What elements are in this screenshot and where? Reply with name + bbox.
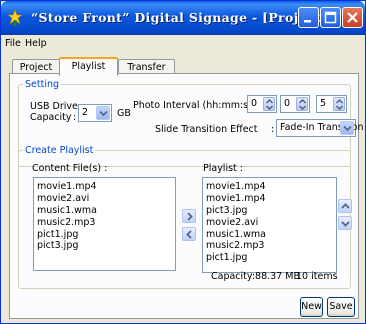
spinner-arrows-icon[interactable] <box>333 97 345 111</box>
list-item[interactable]: music1.wma <box>37 205 172 217</box>
add-to-playlist-button[interactable] <box>182 209 196 223</box>
list-item[interactable]: movie1.mp4 <box>206 193 333 205</box>
spinner-arrows-icon[interactable] <box>263 97 275 111</box>
playlist-label: Playlist : <box>203 163 243 174</box>
capacity-text: Capacity:88.37 MB <box>211 271 300 282</box>
list-item[interactable]: movie2.avi <box>37 193 172 205</box>
interval-seconds-value: 5 <box>320 98 327 109</box>
setting-legend: Setting <box>25 79 60 90</box>
playlist-panel: Setting USB Drive Capacity : 2 GB Photo … <box>9 73 364 319</box>
playlist-list[interactable]: movie1.mp4 movie1.mp4 pict3.jpg movie2.a… <box>202 177 337 273</box>
chevron-down-icon[interactable] <box>96 106 110 120</box>
menu-file[interactable]: File <box>5 38 21 49</box>
usb-capacity-select[interactable]: 2 <box>78 104 112 122</box>
chevron-left-icon <box>186 230 192 239</box>
move-up-button[interactable] <box>338 199 352 213</box>
chevron-right-icon <box>187 212 193 221</box>
interval-minutes-spinner[interactable]: 0 <box>280 95 310 113</box>
item-count: 10 items <box>296 271 338 282</box>
photo-interval-label: Photo Interval (hh:mm:ss): <box>133 100 260 111</box>
list-item[interactable]: music1.wma <box>206 229 333 241</box>
list-item[interactable]: pict3.jpg <box>37 240 172 252</box>
transition-colon: : <box>271 124 275 135</box>
usb-drive-label: USB Drive <box>30 101 78 112</box>
maximize-icon <box>324 11 337 24</box>
list-item[interactable]: movie2.avi <box>206 217 333 229</box>
minimize-button[interactable] <box>298 7 319 28</box>
create-playlist-legend: Create Playlist <box>25 145 94 156</box>
content-files-label: Content File(s) : <box>32 163 108 174</box>
remove-from-playlist-button[interactable] <box>182 227 196 241</box>
menu-help[interactable]: Help <box>25 38 47 49</box>
usb-capacity-label: Capacity <box>30 112 72 123</box>
list-item[interactable]: movie1.mp4 <box>206 181 333 193</box>
tab-playlist[interactable]: Playlist <box>59 57 118 76</box>
app-icon <box>7 9 23 26</box>
chevron-down-icon[interactable] <box>340 121 354 135</box>
interval-hours-value: 0 <box>251 98 258 109</box>
interval-minutes-value: 0 <box>284 98 291 109</box>
list-item[interactable]: music2.mp3 <box>206 240 333 252</box>
content-files-list[interactable]: movie1.mp4 movie2.avi music1.wma music2.… <box>33 177 176 271</box>
usb-capacity-value: 2 <box>82 107 89 118</box>
interval-seconds-spinner[interactable]: 5 <box>316 95 347 113</box>
menu-bar: File Help <box>1 35 365 53</box>
title-bar[interactable]: “Store Front” Digital Signage - [Project… <box>1 1 365 35</box>
new-button[interactable]: New <box>300 297 323 317</box>
usb-unit: GB <box>117 108 131 119</box>
chevron-up-icon <box>341 203 350 209</box>
list-item[interactable]: movie1.mp4 <box>37 181 172 193</box>
transition-label: Slide Transition Effect <box>155 124 258 135</box>
list-item[interactable]: pict3.jpg <box>206 205 333 217</box>
usb-colon: : <box>73 112 77 123</box>
interval-hours-spinner[interactable]: 0 <box>247 95 277 113</box>
close-icon <box>347 12 358 23</box>
list-item[interactable]: music2.mp3 <box>37 217 172 229</box>
close-button[interactable] <box>342 7 363 28</box>
list-item[interactable]: pict1.jpg <box>37 229 172 241</box>
minimize-icon <box>304 20 311 23</box>
app-window: “Store Front” Digital Signage - [Project… <box>0 0 366 324</box>
spinner-arrows-icon[interactable] <box>296 97 308 111</box>
move-down-button[interactable] <box>338 216 352 230</box>
transition-select[interactable]: Fade-In Transition <box>276 119 364 137</box>
list-item[interactable]: pict1.jpg <box>206 252 333 264</box>
save-button[interactable]: Save <box>327 297 355 317</box>
chevron-down-icon <box>341 221 350 227</box>
maximize-button[interactable] <box>320 7 341 28</box>
